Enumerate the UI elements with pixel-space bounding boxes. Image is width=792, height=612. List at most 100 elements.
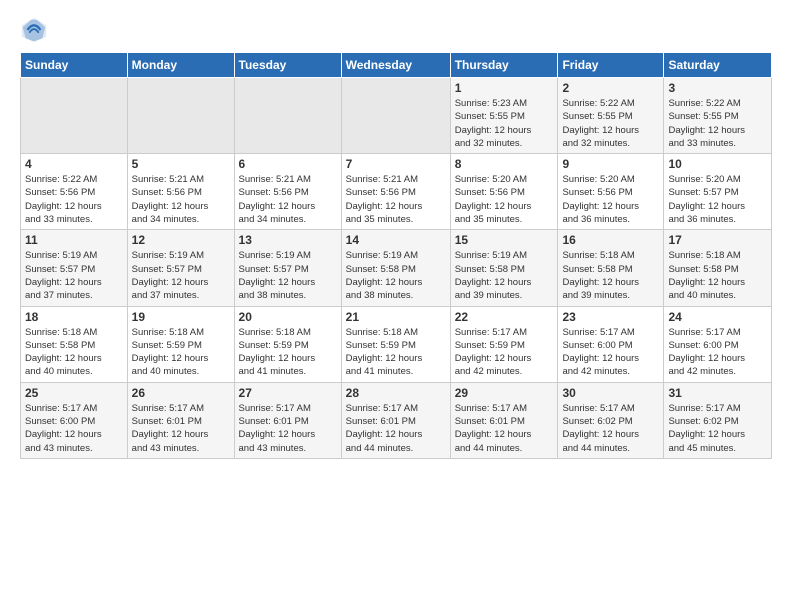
day-cell-26: 26 Sunrise: 5:17 AMSunset: 6:01 PMDayligh…: [127, 382, 234, 458]
day-cell-25: 25 Sunrise: 5:17 AMSunset: 6:00 PMDayligh…: [21, 382, 128, 458]
day-cell-18: 18 Sunrise: 5:18 AMSunset: 5:58 PMDayligh…: [21, 306, 128, 382]
day-number: 5: [132, 157, 230, 171]
day-info: Sunrise: 5:20 AMSunset: 5:56 PMDaylight:…: [562, 173, 659, 226]
day-number: 22: [455, 310, 554, 324]
day-info: Sunrise: 5:20 AMSunset: 5:56 PMDaylight:…: [455, 173, 554, 226]
day-cell-30: 30Sunrise: 5:17 AMSunset: 6:02 PMDayligh…: [558, 382, 664, 458]
day-cell-12: 12 Sunrise: 5:19 AMSunset: 5:57 PMDayligh…: [127, 230, 234, 306]
day-info: Sunrise: 5:18 AMSunset: 5:59 PMDaylight:…: [132, 326, 230, 379]
week-row-4: 18 Sunrise: 5:18 AMSunset: 5:58 PMDayligh…: [21, 306, 772, 382]
day-number: 6: [239, 157, 337, 171]
day-number: 11: [25, 233, 123, 247]
day-cell-17: 17 Sunrise: 5:18 AMSunset: 5:58 PMDayligh…: [664, 230, 772, 306]
day-number: 18: [25, 310, 123, 324]
day-number: 14: [346, 233, 446, 247]
week-row-5: 25 Sunrise: 5:17 AMSunset: 6:00 PMDayligh…: [21, 382, 772, 458]
logo: [20, 16, 50, 44]
header-row: SundayMondayTuesdayWednesdayThursdayFrid…: [21, 53, 772, 78]
day-info: Sunrise: 5:19 AMSunset: 5:58 PMDaylight:…: [346, 249, 446, 302]
day-header-sunday: Sunday: [21, 53, 128, 78]
day-cell-11: 11 Sunrise: 5:19 AMSunset: 5:57 PMDayligh…: [21, 230, 128, 306]
day-info: Sunrise: 5:17 AMSunset: 6:01 PMDaylight:…: [132, 402, 230, 455]
day-info: Sunrise: 5:22 AMSunset: 5:56 PMDaylight:…: [25, 173, 123, 226]
day-cell-15: 15 Sunrise: 5:19 AMSunset: 5:58 PMDayligh…: [450, 230, 558, 306]
day-cell-empty: [341, 78, 450, 154]
day-cell-1: 1Sunrise: 5:23 AMSunset: 5:55 PMDaylight…: [450, 78, 558, 154]
day-number: 29: [455, 386, 554, 400]
day-info: Sunrise: 5:21 AMSunset: 5:56 PMDaylight:…: [239, 173, 337, 226]
day-info: Sunrise: 5:17 AMSunset: 5:59 PMDaylight:…: [455, 326, 554, 379]
day-number: 28: [346, 386, 446, 400]
day-info: Sunrise: 5:19 AMSunset: 5:58 PMDaylight:…: [455, 249, 554, 302]
day-cell-22: 22 Sunrise: 5:17 AMSunset: 5:59 PMDayligh…: [450, 306, 558, 382]
day-number: 7: [346, 157, 446, 171]
day-cell-6: 6 Sunrise: 5:21 AMSunset: 5:56 PMDaylight…: [234, 154, 341, 230]
day-number: 13: [239, 233, 337, 247]
day-cell-20: 20 Sunrise: 5:18 AMSunset: 5:59 PMDayligh…: [234, 306, 341, 382]
day-info: Sunrise: 5:18 AMSunset: 5:59 PMDaylight:…: [239, 326, 337, 379]
day-header-friday: Friday: [558, 53, 664, 78]
day-info: Sunrise: 5:17 AMSunset: 6:00 PMDaylight:…: [668, 326, 767, 379]
day-cell-empty: [21, 78, 128, 154]
week-row-3: 11 Sunrise: 5:19 AMSunset: 5:57 PMDayligh…: [21, 230, 772, 306]
week-row-2: 4 Sunrise: 5:22 AMSunset: 5:56 PMDaylight…: [21, 154, 772, 230]
day-number: 9: [562, 157, 659, 171]
day-cell-27: 27 Sunrise: 5:17 AMSunset: 6:01 PMDayligh…: [234, 382, 341, 458]
day-info: Sunrise: 5:19 AMSunset: 5:57 PMDaylight:…: [132, 249, 230, 302]
day-number: 2: [562, 81, 659, 95]
day-info: Sunrise: 5:17 AMSunset: 6:00 PMDaylight:…: [25, 402, 123, 455]
day-info: Sunrise: 5:22 AMSunset: 5:55 PMDaylight:…: [562, 97, 659, 150]
day-cell-21: 21Sunrise: 5:18 AMSunset: 5:59 PMDayligh…: [341, 306, 450, 382]
day-number: 31: [668, 386, 767, 400]
day-number: 23: [562, 310, 659, 324]
day-number: 17: [668, 233, 767, 247]
day-number: 26: [132, 386, 230, 400]
day-cell-14: 14 Sunrise: 5:19 AMSunset: 5:58 PMDayligh…: [341, 230, 450, 306]
day-number: 25: [25, 386, 123, 400]
day-number: 12: [132, 233, 230, 247]
day-info: Sunrise: 5:18 AMSunset: 5:58 PMDaylight:…: [668, 249, 767, 302]
day-info: Sunrise: 5:17 AMSunset: 6:01 PMDaylight:…: [346, 402, 446, 455]
day-number: 21: [346, 310, 446, 324]
day-cell-10: 10 Sunrise: 5:20 AMSunset: 5:57 PMDayligh…: [664, 154, 772, 230]
day-cell-16: 16 Sunrise: 5:18 AMSunset: 5:58 PMDayligh…: [558, 230, 664, 306]
day-header-monday: Monday: [127, 53, 234, 78]
day-info: Sunrise: 5:17 AMSunset: 6:01 PMDaylight:…: [239, 402, 337, 455]
day-header-saturday: Saturday: [664, 53, 772, 78]
day-header-thursday: Thursday: [450, 53, 558, 78]
day-info: Sunrise: 5:20 AMSunset: 5:57 PMDaylight:…: [668, 173, 767, 226]
day-info: Sunrise: 5:18 AMSunset: 5:58 PMDaylight:…: [25, 326, 123, 379]
day-cell-28: 28 Sunrise: 5:17 AMSunset: 6:01 PMDayligh…: [341, 382, 450, 458]
day-number: 16: [562, 233, 659, 247]
day-cell-29: 29 Sunrise: 5:17 AMSunset: 6:01 PMDayligh…: [450, 382, 558, 458]
day-cell-4: 4 Sunrise: 5:22 AMSunset: 5:56 PMDaylight…: [21, 154, 128, 230]
day-number: 24: [668, 310, 767, 324]
day-cell-2: 2 Sunrise: 5:22 AMSunset: 5:55 PMDaylight…: [558, 78, 664, 154]
day-number: 10: [668, 157, 767, 171]
day-info: Sunrise: 5:19 AMSunset: 5:57 PMDaylight:…: [25, 249, 123, 302]
calendar-table: SundayMondayTuesdayWednesdayThursdayFrid…: [20, 52, 772, 459]
day-cell-5: 5 Sunrise: 5:21 AMSunset: 5:56 PMDaylight…: [127, 154, 234, 230]
day-info: Sunrise: 5:22 AMSunset: 5:55 PMDaylight:…: [668, 97, 767, 150]
day-cell-19: 19 Sunrise: 5:18 AMSunset: 5:59 PMDayligh…: [127, 306, 234, 382]
day-info: Sunrise: 5:17 AMSunset: 6:02 PMDaylight:…: [668, 402, 767, 455]
day-number: 1: [455, 81, 554, 95]
header: [20, 16, 772, 44]
day-number: 27: [239, 386, 337, 400]
day-number: 15: [455, 233, 554, 247]
day-info: Sunrise: 5:21 AMSunset: 5:56 PMDaylight:…: [132, 173, 230, 226]
day-header-tuesday: Tuesday: [234, 53, 341, 78]
day-number: 20: [239, 310, 337, 324]
day-number: 30: [562, 386, 659, 400]
day-info: Sunrise: 5:18 AMSunset: 5:58 PMDaylight:…: [562, 249, 659, 302]
day-info: Sunrise: 5:17 AMSunset: 6:01 PMDaylight:…: [455, 402, 554, 455]
day-info: Sunrise: 5:21 AMSunset: 5:56 PMDaylight:…: [346, 173, 446, 226]
day-cell-24: 24 Sunrise: 5:17 AMSunset: 6:00 PMDayligh…: [664, 306, 772, 382]
day-number: 19: [132, 310, 230, 324]
day-cell-3: 3Sunrise: 5:22 AMSunset: 5:55 PMDaylight…: [664, 78, 772, 154]
day-number: 4: [25, 157, 123, 171]
day-info: Sunrise: 5:17 AMSunset: 6:00 PMDaylight:…: [562, 326, 659, 379]
page: SundayMondayTuesdayWednesdayThursdayFrid…: [0, 0, 792, 469]
day-number: 8: [455, 157, 554, 171]
day-info: Sunrise: 5:19 AMSunset: 5:57 PMDaylight:…: [239, 249, 337, 302]
